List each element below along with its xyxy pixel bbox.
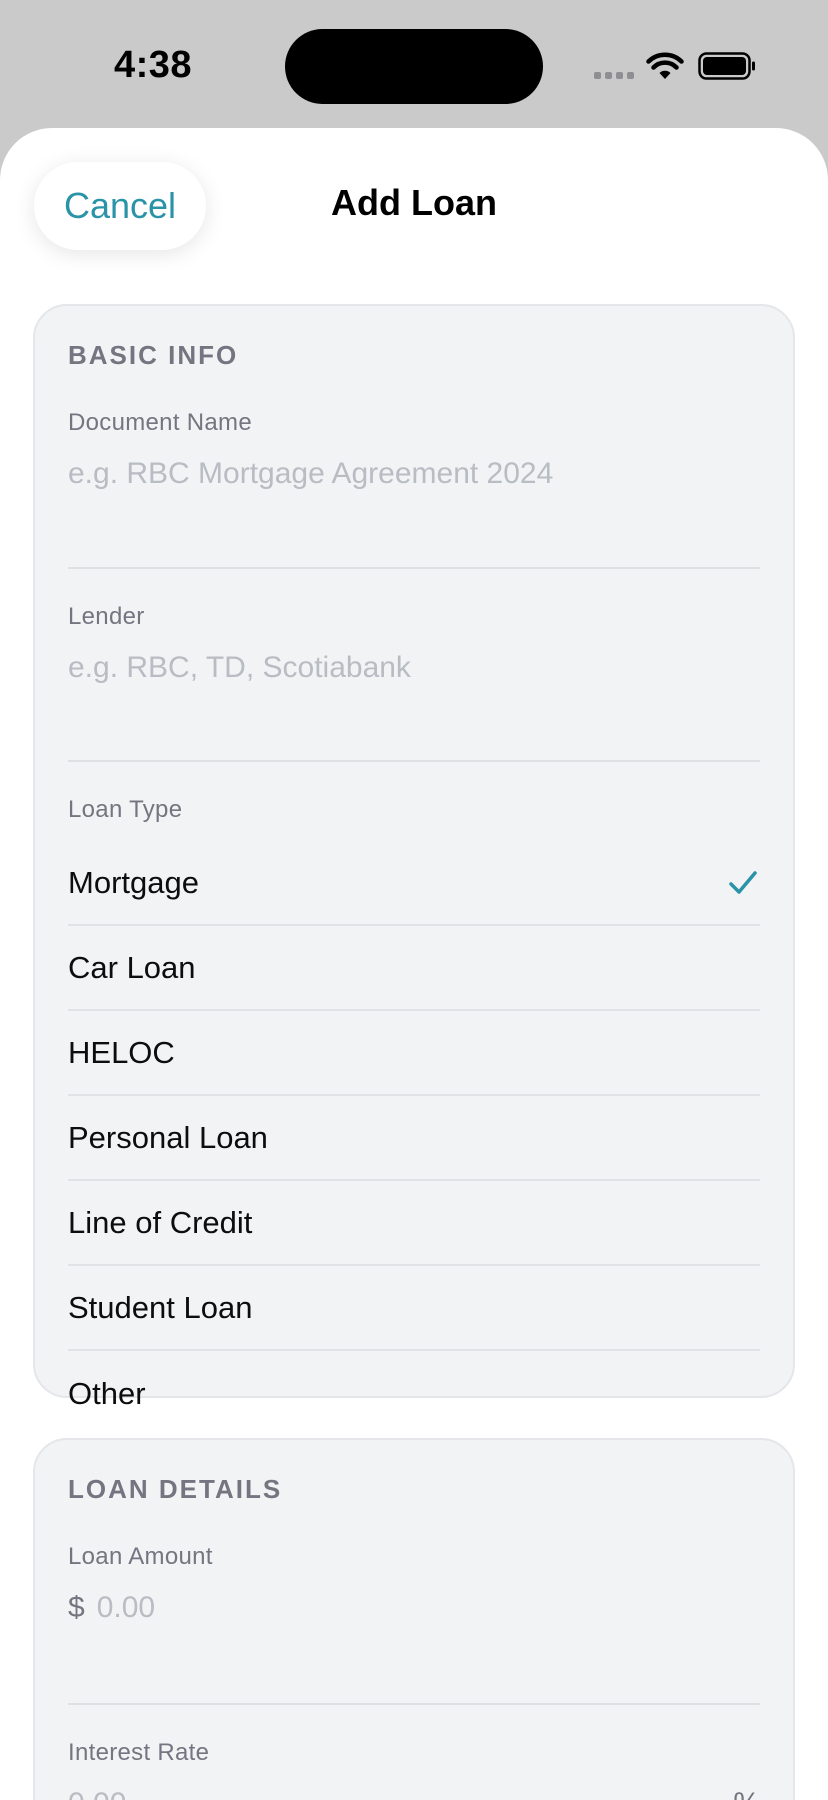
document-name-label: Document Name (68, 409, 252, 436)
cellular-signal-icon (594, 72, 634, 79)
checkmark-icon (729, 870, 757, 894)
loan-type-option-personal-loan[interactable]: Personal Loan (68, 1096, 760, 1181)
loan-amount-label: Loan Amount (68, 1543, 213, 1570)
option-label: HELOC (68, 1034, 175, 1070)
loan-amount-field: Loan Amount $ (68, 1543, 760, 1705)
section-title-loan-details: LOAN DETAILS (68, 1474, 283, 1504)
interest-rate-input[interactable] (68, 1787, 622, 1800)
currency-symbol: $ (68, 1591, 85, 1624)
dynamic-island (285, 29, 543, 104)
option-label: Car Loan (68, 949, 196, 985)
sheet-header: Cancel Add Loan (0, 128, 828, 270)
basic-info-card: BASIC INFO Document Name Lender Loan Typ… (33, 304, 795, 1411)
section-title-basic-info: BASIC INFO (68, 340, 239, 370)
wifi-icon (646, 52, 684, 79)
loan-type-option-car-loan[interactable]: Car Loan (68, 926, 760, 1011)
option-label: Mortgage (68, 864, 199, 900)
battery-icon (698, 52, 755, 80)
loan-type-option-line-of-credit[interactable]: Line of Credit (68, 1181, 760, 1266)
loan-type-option-student-loan[interactable]: Student Loan (68, 1266, 760, 1351)
lender-field: Lender (68, 603, 760, 762)
option-label: Student Loan (68, 1289, 253, 1325)
loan-type-label: Loan Type (68, 796, 183, 823)
document-name-field: Document Name (68, 409, 760, 569)
loan-type-option-other[interactable]: Other (68, 1351, 760, 1436)
option-label: Line of Credit (68, 1204, 253, 1240)
percent-symbol: % (733, 1787, 760, 1800)
loan-type-list: Mortgage Car Loan HELOC Personal Loan Li… (68, 841, 760, 1436)
interest-rate-label: Interest Rate (68, 1739, 210, 1766)
page-title: Add Loan (331, 182, 497, 223)
loan-type-option-mortgage[interactable]: Mortgage (68, 841, 760, 926)
loan-amount-input[interactable] (96, 1591, 760, 1625)
loan-amount-row: $ (68, 1591, 760, 1625)
lender-input[interactable] (68, 651, 760, 685)
option-label: Personal Loan (68, 1119, 268, 1155)
document-name-input[interactable] (68, 457, 760, 491)
lender-label: Lender (68, 603, 145, 630)
interest-rate-field: Interest Rate % (68, 1739, 760, 1800)
loan-type-option-heloc[interactable]: HELOC (68, 1011, 760, 1096)
loan-details-card: LOAN DETAILS Loan Amount $ Interest Rate… (33, 1438, 795, 1800)
add-loan-sheet: Cancel Add Loan BASIC INFO Document Name… (0, 128, 828, 1800)
status-time: 4:38 (114, 44, 193, 86)
option-label: Other (68, 1375, 146, 1411)
interest-rate-row: % (68, 1787, 760, 1800)
status-bar: 4:38 (0, 0, 828, 128)
